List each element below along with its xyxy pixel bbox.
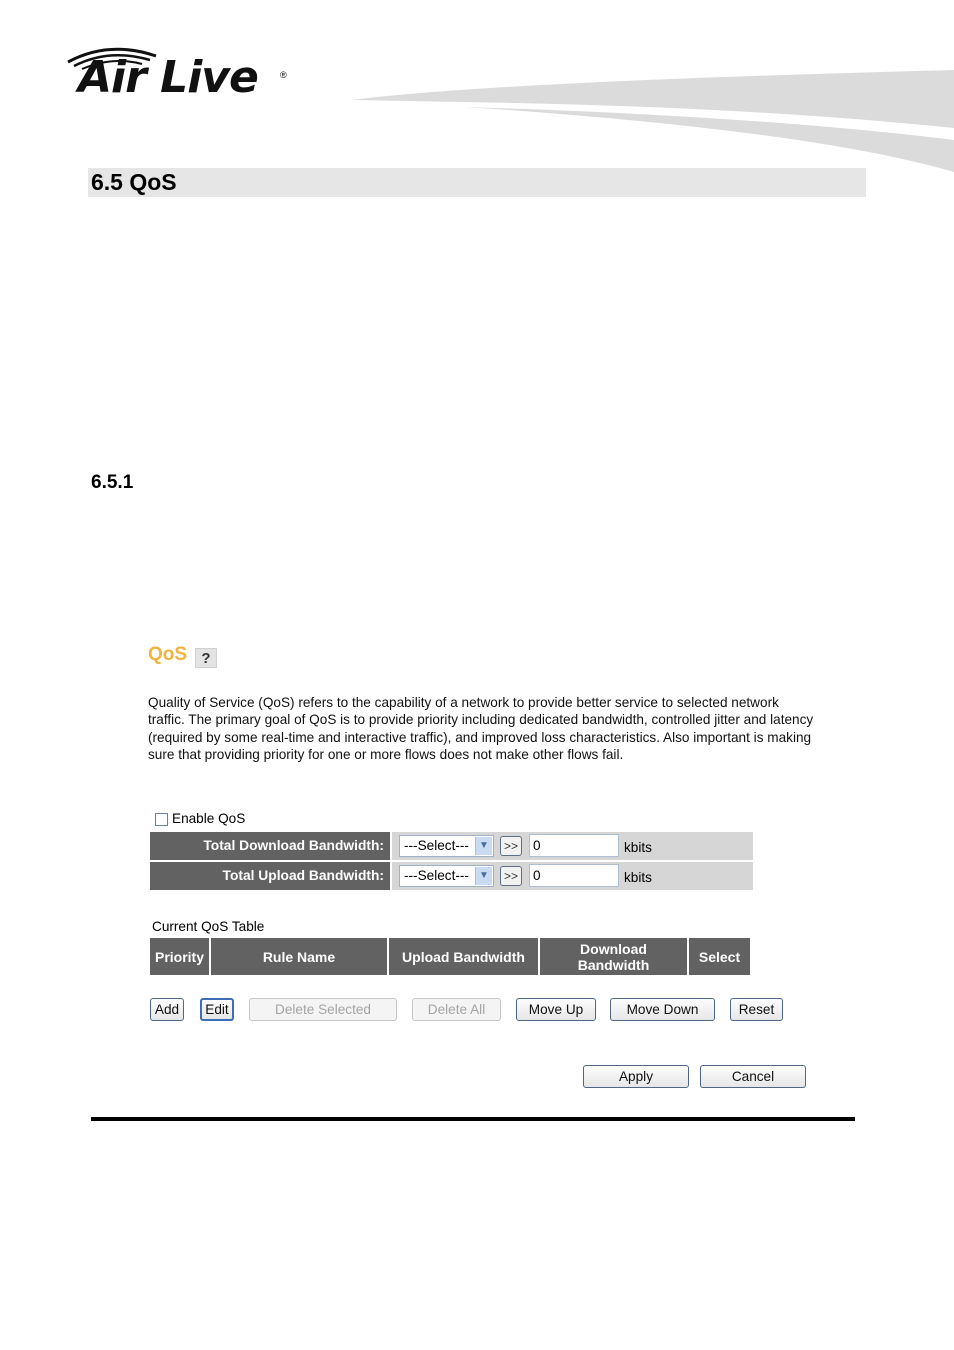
upload-bandwidth-label: Total Upload Bandwidth: <box>150 862 390 890</box>
qos-description: Quality of Service (QoS) refers to the c… <box>148 695 814 763</box>
edit-button[interactable]: Edit <box>200 998 234 1021</box>
qos-table-caption: Current QoS Table <box>152 919 265 934</box>
download-select-value: ---Select--- <box>404 838 469 853</box>
qos-table-header: Priority Rule Name Upload Bandwidth Down… <box>150 938 752 975</box>
header-swoosh <box>352 70 954 172</box>
upload-bandwidth-cell: ---Select--- ▼ >> 0 kbits <box>392 862 753 890</box>
enable-qos-row: Enable QoS <box>155 810 245 828</box>
registered-mark: ® <box>280 70 287 80</box>
upload-bandwidth-input[interactable]: 0 <box>529 864 619 887</box>
delete-selected-button[interactable]: Delete Selected <box>249 998 397 1021</box>
move-down-button[interactable]: Move Down <box>610 998 715 1021</box>
download-bandwidth-row: Total Download Bandwidth: ---Select--- ▼… <box>150 832 753 860</box>
qos-panel-title: QoS <box>148 644 188 665</box>
apply-button[interactable]: Apply <box>583 1065 689 1088</box>
column-header-download-bandwidth: Download Bandwidth <box>540 938 687 975</box>
column-header-rule-name: Rule Name <box>211 938 387 975</box>
upload-bandwidth-row: Total Upload Bandwidth: ---Select--- ▼ >… <box>150 862 753 890</box>
download-bandwidth-cell: ---Select--- ▼ >> 0 kbits <box>392 832 753 860</box>
column-header-priority: Priority <box>150 938 209 975</box>
footer-divider <box>91 1117 855 1121</box>
column-header-select: Select <box>689 938 750 975</box>
upload-apply-select-button[interactable]: >> <box>500 866 522 886</box>
enable-qos-label: Enable QoS <box>172 811 246 826</box>
download-bandwidth-select[interactable]: ---Select--- ▼ <box>399 835 494 857</box>
section-heading-bar <box>88 168 866 197</box>
airlive-logo: Air Live ® <box>60 38 300 108</box>
upload-bandwidth-select[interactable]: ---Select--- ▼ <box>399 865 494 887</box>
enable-qos-checkbox[interactable] <box>155 812 168 826</box>
upload-select-value: ---Select--- <box>404 868 469 883</box>
delete-all-button[interactable]: Delete All <box>412 998 501 1021</box>
upload-bandwidth-unit: kbits <box>624 870 652 885</box>
add-button[interactable]: Add <box>150 998 184 1021</box>
column-header-upload-bandwidth: Upload Bandwidth <box>389 938 538 975</box>
chevron-down-icon[interactable]: ▼ <box>475 837 492 855</box>
help-icon[interactable]: ? <box>195 648 217 668</box>
chevron-down-icon[interactable]: ▼ <box>475 867 492 885</box>
reset-button[interactable]: Reset <box>730 998 783 1021</box>
move-up-button[interactable]: Move Up <box>516 998 596 1021</box>
cancel-button[interactable]: Cancel <box>700 1065 806 1088</box>
subsection-title: 6.5.1 <box>91 472 134 493</box>
download-bandwidth-unit: kbits <box>624 840 652 855</box>
download-apply-select-button[interactable]: >> <box>500 836 522 856</box>
section-title: 6.5 QoS <box>91 169 177 195</box>
download-bandwidth-label: Total Download Bandwidth: <box>150 832 390 860</box>
logo-wordmark: Air Live <box>78 52 259 103</box>
download-bandwidth-input[interactable]: 0 <box>529 834 619 857</box>
